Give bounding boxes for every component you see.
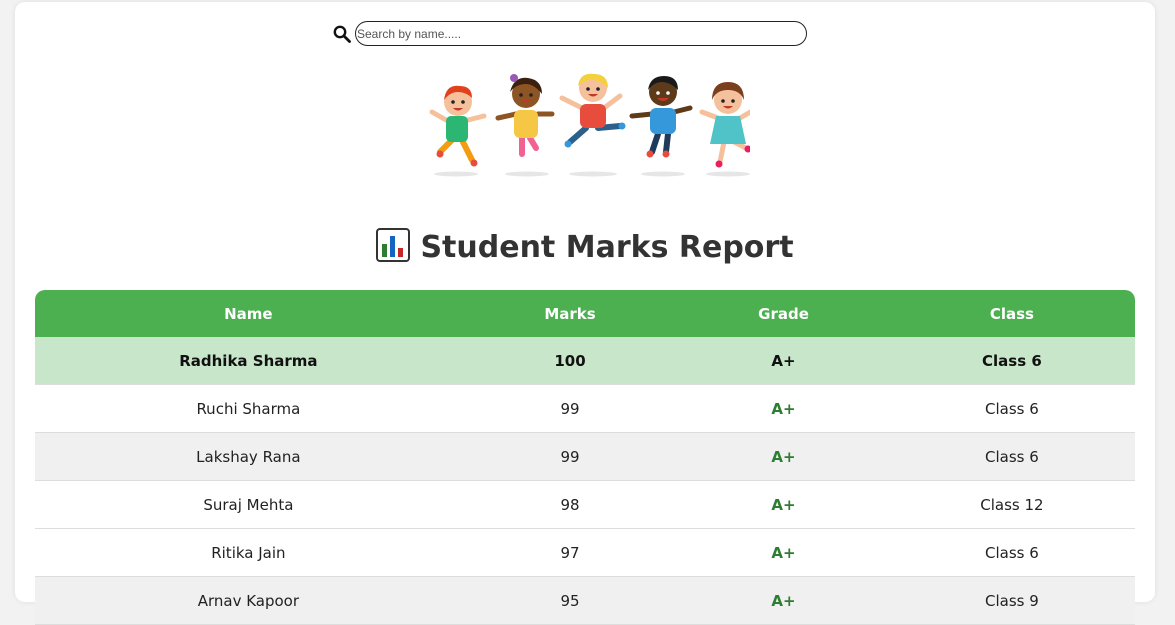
search-input[interactable]: [355, 21, 807, 46]
cell-grade: A+: [678, 577, 889, 625]
bar-chart-icon: [376, 228, 411, 270]
table-row: Suraj Mehta 98 A+ Class 12: [35, 481, 1135, 529]
cell-class: Class 6: [888, 433, 1135, 481]
table-row: Ritika Jain 97 A+ Class 6: [35, 529, 1135, 577]
cell-class: Class 6: [888, 385, 1135, 433]
cell-marks: 97: [461, 529, 679, 577]
column-header-marks[interactable]: Marks: [461, 290, 679, 337]
cell-class: Class 9: [888, 577, 1135, 625]
table-row: Ruchi Sharma 99 A+ Class 6: [35, 385, 1135, 433]
search-icon: [333, 25, 351, 43]
column-header-class[interactable]: Class: [888, 290, 1135, 337]
cell-marks: 98: [461, 481, 679, 529]
cell-class: Class 6: [888, 529, 1135, 577]
table-row: Radhika Sharma 100 A+ Class 6: [35, 337, 1135, 385]
cell-marks: 99: [461, 385, 679, 433]
table-header-row: Name Marks Grade Class: [35, 290, 1135, 337]
cell-name: Ruchi Sharma: [35, 385, 462, 433]
cell-grade: A+: [678, 385, 889, 433]
table-row: Arnav Kapoor 95 A+ Class 9: [35, 577, 1135, 625]
cell-name: Lakshay Rana: [35, 433, 462, 481]
report-card: Student Marks Report Name Marks Grade Cl…: [15, 2, 1155, 625]
cell-class: Class 6: [888, 337, 1135, 385]
cell-grade: A+: [678, 481, 889, 529]
cell-name: Ritika Jain: [35, 529, 462, 577]
cell-grade: A+: [678, 433, 889, 481]
column-header-grade[interactable]: Grade: [678, 290, 889, 337]
page-title: Student Marks Report: [15, 228, 1155, 270]
marks-table: Name Marks Grade Class Radhika Sharma 10…: [35, 290, 1135, 625]
cell-class: Class 12: [888, 481, 1135, 529]
cell-name: Suraj Mehta: [35, 481, 462, 529]
search-bar: [333, 21, 807, 46]
cell-grade: A+: [678, 337, 889, 385]
table-row: Lakshay Rana 99 A+ Class 6: [35, 433, 1135, 481]
page-title-text: Student Marks Report: [420, 230, 794, 265]
cell-marks: 95: [461, 577, 679, 625]
cell-marks: 100: [461, 337, 679, 385]
cell-marks: 99: [461, 433, 679, 481]
cell-grade: A+: [678, 529, 889, 577]
cell-name: Arnav Kapoor: [35, 577, 462, 625]
cell-name: Radhika Sharma: [35, 337, 462, 385]
column-header-name[interactable]: Name: [35, 290, 462, 337]
kids-illustration: [410, 68, 757, 180]
